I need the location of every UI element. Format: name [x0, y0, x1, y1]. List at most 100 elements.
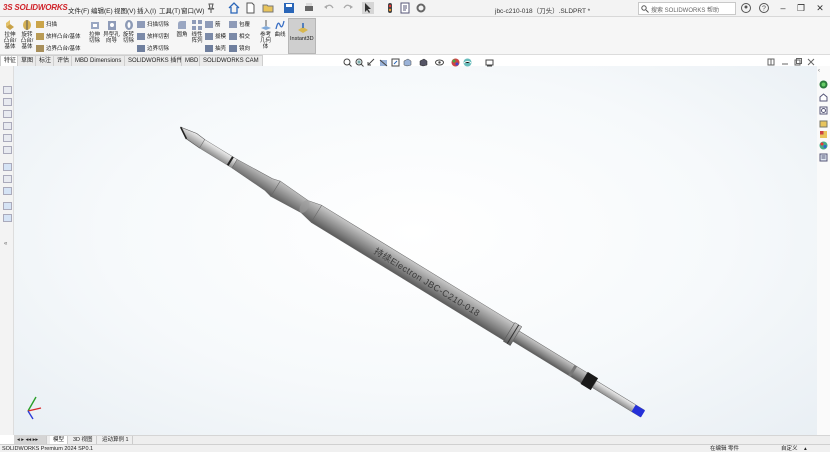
zoom-area-icon[interactable]	[355, 58, 364, 67]
tree-item-icon[interactable]	[3, 214, 12, 222]
new-document-icon[interactable]	[244, 2, 256, 14]
intersect-button[interactable]: 相交	[229, 32, 250, 41]
tree-item-icon[interactable]	[3, 202, 12, 210]
appearances-icon[interactable]	[819, 130, 828, 139]
view-orientation-icon[interactable]	[403, 58, 412, 67]
tab-mbd-dimensions[interactable]: MBD Dimensions	[71, 55, 126, 66]
close-icon[interactable]: ✕	[813, 2, 827, 14]
viewport-minimize-icon[interactable]	[781, 58, 789, 66]
property-manager-icon[interactable]	[3, 98, 12, 106]
viewport-split-icon[interactable]	[767, 58, 775, 66]
loft-label: 放样凸台/基体	[46, 34, 81, 40]
mirror-button[interactable]: 镜向	[229, 44, 250, 53]
linear-pattern-button[interactable]: 线性阵列	[190, 19, 204, 44]
tab-solidworks-addins[interactable]: SOLIDWORKS 插件	[124, 55, 187, 66]
draft-button[interactable]: 拔模	[205, 32, 226, 41]
dimxpert-icon[interactable]	[3, 122, 12, 130]
menu-window[interactable]: 窗口(W)	[181, 5, 204, 15]
restore-icon[interactable]: ❐	[794, 2, 808, 14]
rear-shaft	[512, 330, 588, 384]
tab-evaluate[interactable]: 评估	[53, 55, 74, 66]
mirror-icon	[229, 45, 237, 53]
feature-tree-icon[interactable]	[3, 86, 12, 94]
reference-geometry-button[interactable]: 参考几何体	[259, 19, 272, 50]
solidworks-resources-icon[interactable]	[819, 80, 828, 89]
edit-appearance-icon[interactable]	[451, 58, 460, 67]
dynamic-annotation-icon[interactable]	[391, 58, 400, 67]
menu-edit[interactable]: 编辑(E)	[91, 5, 113, 15]
graphics-area[interactable]: 持续Electron JBC-C210-018	[14, 58, 817, 435]
sweep-label: 扫描	[46, 22, 58, 28]
extrude-boss-button[interactable]: 拉伸凸台/基体	[2, 19, 18, 50]
redo-icon[interactable]	[342, 2, 354, 14]
menu-file[interactable]: 文件(F)	[68, 5, 89, 15]
apply-scene-icon[interactable]	[463, 58, 472, 67]
panel-expand-icon[interactable]: «	[4, 241, 7, 247]
boundary-boss-button[interactable]: 边界凸台/基体	[36, 44, 81, 53]
display-manager-icon[interactable]	[3, 134, 12, 142]
lofted-cut-icon	[137, 33, 145, 41]
appearances-scenes-icon[interactable]	[819, 141, 828, 150]
lofted-cut-button[interactable]: 放样切割	[137, 32, 169, 41]
tree-item-icon[interactable]	[3, 187, 12, 195]
hole-wizard-button[interactable]: 异型孔向导	[103, 19, 120, 44]
help-search-input[interactable]: 搜索 SOLIDWORKS 帮助	[638, 2, 736, 15]
tree-item-icon[interactable]	[3, 175, 12, 183]
view-palette-icon[interactable]	[819, 119, 828, 128]
minimize-icon[interactable]: –	[776, 2, 790, 14]
cam-feature-icon[interactable]	[3, 146, 12, 154]
fillet-button[interactable]: 圆角	[175, 19, 189, 38]
save-icon[interactable]	[283, 2, 295, 14]
fillet-label: 圆角	[176, 32, 188, 38]
viewport-restore-icon[interactable]	[794, 58, 802, 66]
configuration-manager-icon[interactable]	[3, 110, 12, 118]
instant3d-button[interactable]: Instant3D	[288, 18, 316, 54]
shaft-taper	[231, 159, 281, 197]
tab-markup[interactable]: 标注	[35, 55, 56, 66]
display-style-icon[interactable]	[419, 58, 428, 67]
undo-icon[interactable]	[323, 2, 335, 14]
tab-sketch[interactable]: 草图	[17, 55, 38, 66]
solidworks-logo[interactable]: 3S SOLIDWORKS	[3, 3, 68, 12]
tree-item-icon[interactable]	[3, 163, 12, 171]
menu-insert[interactable]: 插入(I)	[137, 5, 156, 15]
select-pointer-icon[interactable]	[362, 2, 374, 14]
open-folder-icon[interactable]	[262, 2, 274, 14]
pin-icon[interactable]	[205, 2, 217, 14]
shell-button[interactable]: 抽壳	[205, 44, 226, 53]
zoom-to-fit-icon[interactable]	[343, 58, 352, 67]
tab-solidworks-cam[interactable]: SOLIDWORKS CAM	[199, 55, 263, 66]
view-triad-icon	[27, 396, 42, 420]
account-icon[interactable]	[740, 2, 752, 14]
file-properties-icon[interactable]	[399, 2, 411, 14]
file-explorer-icon[interactable]	[819, 106, 828, 115]
menu-tools[interactable]: 工具(T)	[159, 5, 180, 15]
home-icon[interactable]	[228, 2, 240, 14]
boundary-cut-button[interactable]: 边界切除	[137, 44, 169, 53]
design-library-icon[interactable]	[819, 93, 828, 102]
curves-label: 曲线	[274, 32, 286, 38]
curves-button[interactable]: 曲线	[273, 19, 287, 38]
traffic-light-icon[interactable]	[384, 2, 396, 14]
revolve-boss-button[interactable]: 旋转凸台/基体	[19, 19, 35, 50]
view-settings-icon[interactable]	[485, 58, 494, 67]
section-view-icon[interactable]	[379, 58, 388, 67]
rib-button[interactable]: 筋	[205, 20, 221, 29]
options-gear-icon[interactable]	[415, 2, 427, 14]
loft-button[interactable]: 放样凸台/基体	[36, 32, 81, 41]
hide-show-items-icon[interactable]	[435, 58, 444, 67]
custom-properties-icon[interactable]	[819, 153, 828, 162]
swept-cut-button[interactable]: 扫描切除	[137, 20, 169, 29]
menu-view[interactable]: 视图(V)	[114, 5, 136, 15]
viewport-close-icon[interactable]	[807, 58, 815, 66]
task-pane-collapse-icon[interactable]: ‹	[818, 68, 820, 74]
soldering-tip-model[interactable]: 持续Electron JBC-C210-018	[173, 120, 648, 423]
model-canvas[interactable]: 持续Electron JBC-C210-018	[14, 66, 817, 435]
sweep-button[interactable]: 扫描	[36, 20, 58, 29]
wrap-button[interactable]: 包覆	[229, 20, 250, 29]
help-icon[interactable]: ?	[758, 2, 770, 14]
previous-view-icon[interactable]	[367, 58, 376, 67]
print-icon[interactable]	[303, 2, 315, 14]
extrude-cut-button[interactable]: 拉伸切除	[87, 19, 102, 44]
revolve-cut-button[interactable]: 旋转切除	[121, 19, 136, 44]
